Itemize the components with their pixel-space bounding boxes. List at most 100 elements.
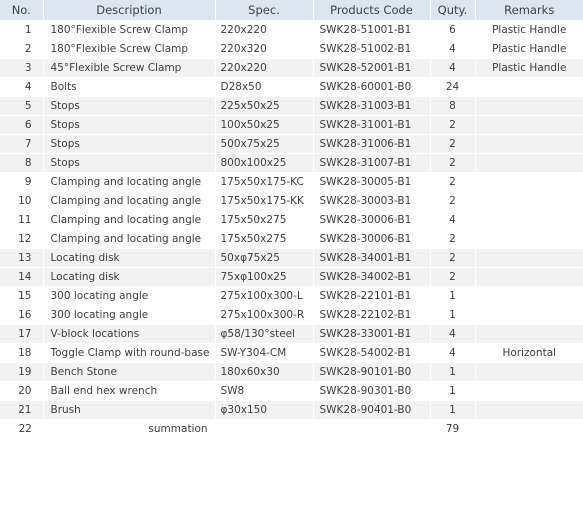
cell-remarks [475, 362, 583, 382]
table-body: 1 180°Flexible Screw Clamp 220x220 SWK28-51… [0, 20, 583, 438]
table-row[interactable]: 21 Brush φ30x150 SWK28-90401-B0 1 [0, 400, 583, 420]
cell-spec: 175x50x175-KC [215, 172, 314, 192]
cell-remarks: Plastic Handle [475, 20, 583, 40]
cell-item-number: 18 [0, 343, 44, 363]
cell-item-number: 6 [0, 115, 44, 135]
table-row[interactable]: 1 180°Flexible Screw Clamp 220x220 SWK28-51… [0, 20, 583, 40]
summation-quantity: 79 [430, 419, 475, 438]
cell-products-code: SWK28-60001-B0 [313, 77, 431, 97]
cell-item-number: 14 [0, 267, 44, 287]
cell-products-code: SWK28-33001-B1 [313, 324, 431, 344]
cell-remarks [475, 381, 583, 401]
table-row[interactable]: 9 Clamping and locating angle 175x50x175-K… [0, 172, 583, 192]
cell-quantity: 1 [430, 286, 476, 306]
cell-quantity: 2 [430, 248, 476, 268]
cell-remarks [475, 305, 583, 325]
cell-products-code: SWK28-30006-B1 [313, 229, 431, 249]
cell-quantity: 4 [430, 58, 476, 78]
cell-item-number: 3 [0, 58, 44, 78]
column-header-spec[interactable]: Spec. [215, 0, 314, 21]
cell-remarks: Plastic Handle [475, 58, 583, 78]
cell-description: Locating disk [43, 248, 216, 268]
cell-products-code: SWK28-30003-B1 [313, 191, 431, 211]
cell-spec: 50xφ75x25 [215, 248, 314, 268]
cell-item-number: 2 [0, 39, 44, 59]
cell-spec: φ30x150 [215, 400, 314, 420]
cell-spec: 800x100x25 [215, 153, 314, 173]
cell-item-number: 19 [0, 362, 44, 382]
cell-item-number: 10 [0, 191, 44, 211]
cell-remarks [475, 267, 583, 287]
cell-quantity: 2 [430, 267, 476, 287]
cell-description: V-block locations [43, 324, 216, 344]
cell-remarks [475, 324, 583, 344]
cell-description: Ball end hex wrench [43, 381, 216, 401]
cell-spec: 175x50x175-KK [215, 191, 314, 211]
cell-description: 180°Flexible Screw Clamp [43, 39, 216, 59]
cell-remarks: Plastic Handle [475, 39, 583, 59]
cell-item-number: 12 [0, 229, 44, 249]
cell-item-number: 8 [0, 153, 44, 173]
cell-description: 300 locating angle [43, 305, 216, 325]
table-header-row: No. Description Spec. Products Code Quty… [0, 0, 583, 21]
cell-quantity: 2 [430, 191, 476, 211]
table-row[interactable]: 5 Stops 225x50x25 SWK28-31003-B1 8 [0, 96, 583, 116]
cell-quantity: 2 [430, 134, 476, 154]
column-header-no[interactable]: No. [0, 0, 44, 21]
summation-label: summation [43, 419, 313, 438]
cell-remarks [475, 172, 583, 192]
cell-spec: D28x50 [215, 77, 314, 97]
cell-item-number: 7 [0, 134, 44, 154]
cell-item-number: 16 [0, 305, 44, 325]
cell-remarks [475, 210, 583, 230]
cell-spec: 180x60x30 [215, 362, 314, 382]
table-row[interactable]: 11 Clamping and locating angle 175x50x275 S… [0, 210, 583, 230]
cell-spec: 275x100x300-R [215, 305, 314, 325]
cell-description: Bench Stone [43, 362, 216, 382]
cell-item-number: 22 [0, 419, 43, 438]
table-row[interactable]: 4 Bolts D28x50 SWK28-60001-B0 24 [0, 77, 583, 97]
table-row[interactable]: 15 300 locating angle 275x100x300-L SWK28-2… [0, 286, 583, 306]
cell-description: 45°Flexible Screw Clamp [43, 58, 216, 78]
table-row[interactable]: 10 Clamping and locating angle 175x50x175-… [0, 191, 583, 211]
cell-products-code: SWK28-52001-B1 [313, 58, 431, 78]
table-row[interactable]: 17 V-block locations φ58/130°steel SWK28-33… [0, 324, 583, 344]
cell-spec: 100x50x25 [215, 115, 314, 135]
cell-quantity: 4 [430, 343, 476, 363]
cell-products-code: SWK28-30006-B1 [313, 210, 431, 230]
column-header-quantity[interactable]: Quty. [430, 0, 476, 21]
table-row[interactable]: 8 Stops 800x100x25 SWK28-31007-B1 2 [0, 153, 583, 173]
table-row[interactable]: 7 Stops 500x75x25 SWK28-31006-B1 2 [0, 134, 583, 154]
cell-spec: 220x320 [215, 39, 314, 59]
cell-quantity: 8 [430, 96, 476, 116]
cell-item-number: 21 [0, 400, 44, 420]
table-row[interactable]: 2 180°Flexible Screw Clamp 220x320 SWK28-51… [0, 39, 583, 59]
cell-products-code: SWK28-54002-B1 [313, 343, 431, 363]
cell-item-number: 5 [0, 96, 44, 116]
column-header-products-code[interactable]: Products Code [313, 0, 431, 21]
cell-item-number: 13 [0, 248, 44, 268]
table-row[interactable]: 3 45°Flexible Screw Clamp 220x220 SWK28-520… [0, 58, 583, 78]
cell-quantity: 24 [430, 77, 476, 97]
table-row[interactable]: 18 Toggle Clamp with round-base SW-Y304-CM… [0, 343, 583, 363]
cell-description: Stops [43, 153, 216, 173]
table-row[interactable]: 20 Ball end hex wrench SW8 SWK28-90301-B0 1 [0, 381, 583, 401]
column-header-description[interactable]: Description [43, 0, 216, 21]
table-row[interactable]: 12 Clamping and locating angle 175x50x275 S… [0, 229, 583, 249]
cell-spec: 75xφ100x25 [215, 267, 314, 287]
cell-quantity: 4 [430, 210, 476, 230]
table-header: No. Description Spec. Products Code Quty… [0, 0, 583, 21]
cell-description: Clamping and locating angle [43, 210, 216, 230]
cell-description: Stops [43, 96, 216, 116]
table-row[interactable]: 16 300 locating angle 275x100x300-R SWK28-2… [0, 305, 583, 325]
table-row[interactable]: 6 Stops 100x50x25 SWK28-31001-B1 2 [0, 115, 583, 135]
cell-spec: 225x50x25 [215, 96, 314, 116]
table-row[interactable]: 14 Locating disk 75xφ100x25 SWK28-34002-B1 2 [0, 267, 583, 287]
cell-remarks: Horizontal [475, 343, 583, 363]
cell-description: Locating disk [43, 267, 216, 287]
column-header-remarks[interactable]: Remarks [475, 0, 583, 21]
cell-description: Bolts [43, 77, 216, 97]
cell-quantity: 1 [430, 381, 476, 401]
table-row[interactable]: 13 Locating disk 50xφ75x25 SWK28-34001-B1 2 [0, 248, 583, 268]
table-row[interactable]: 19 Bench Stone 180x60x30 SWK28-90101-B0 1 [0, 362, 583, 382]
